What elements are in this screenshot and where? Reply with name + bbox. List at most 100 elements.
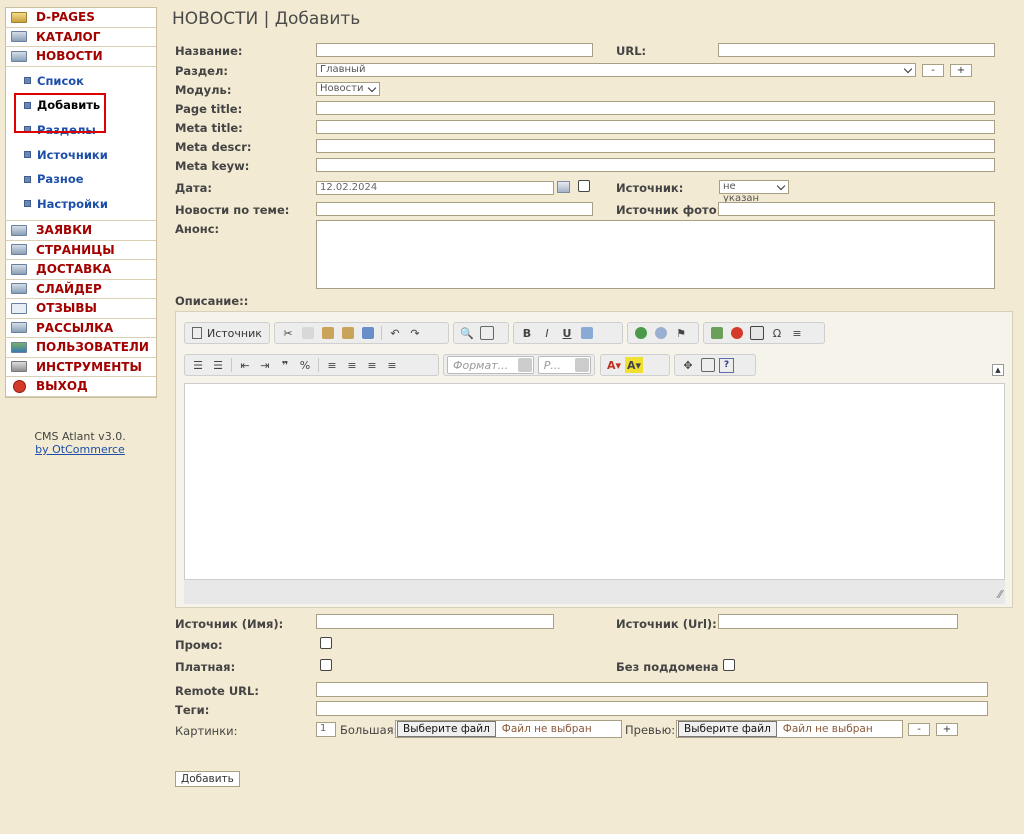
submenu-item[interactable]: Список [6,69,156,94]
preview-image-file-input[interactable]: Выберите файл Файл не выбран [676,720,903,738]
meta-descr-input[interactable] [316,139,995,153]
images-count-input[interactable]: 1 [316,722,336,737]
submenu-item[interactable]: Настройки [6,191,156,216]
meta-keyw-label: Meta keyw: [175,159,250,173]
menu-item-bottom_items3[interactable]: СЛАЙДЕР [6,280,156,300]
align-center-icon[interactable]: ≡ [343,357,361,373]
cms-by-link[interactable]: by OtCommerce [35,443,125,456]
format-combo[interactable]: Формат... [447,356,534,374]
link-icon[interactable] [632,325,650,341]
menu-item-label: КАТАЛОГ [36,29,101,44]
special-char-icon[interactable]: Ω [768,325,786,341]
big-image-choose-button[interactable]: Выберите файл [397,721,496,737]
copy-icon[interactable] [299,325,317,341]
menu-item-bottom_items7[interactable]: ИНСТРУМЕНТЫ [6,358,156,378]
menu-item-bottom_items1[interactable]: СТРАНИЦЫ [6,241,156,261]
align-left-icon[interactable]: ≡ [323,357,341,373]
paste-icon[interactable] [319,325,337,341]
menu-item-top_items1[interactable]: КАТАЛОГ [6,28,156,47]
tags-input[interactable] [316,701,988,716]
eraser-icon[interactable] [578,325,596,341]
calendar-icon[interactable] [557,181,570,193]
submenu-item[interactable]: Источники [6,142,156,167]
resize-handle-icon[interactable]: ⁄⁄ [998,588,1002,601]
outdent-icon[interactable]: ⇤ [236,357,254,373]
numbered-list-icon[interactable]: ☰ [189,357,207,373]
submit-add-button[interactable]: Добавить [175,771,240,787]
menu-item-bottom_items6[interactable]: ПОЛЬЗОВАТЕЛИ [6,338,156,358]
meta-keyw-input[interactable] [316,158,995,172]
undo-icon[interactable]: ↶ [386,325,404,341]
images-minus-button[interactable]: - [908,723,930,736]
remote-url-input[interactable] [316,682,988,697]
maximize-icon[interactable]: ✥ [679,357,697,373]
anchor-icon[interactable]: ⚑ [672,325,690,341]
div-icon[interactable]: % [296,357,314,373]
find-icon[interactable]: 🔍 [458,325,476,341]
paste-word-icon[interactable] [359,325,377,341]
underline-icon[interactable]: U [558,325,576,341]
source-select[interactable]: не указан [719,180,789,204]
date-input[interactable]: 12.02.2024 [316,181,554,195]
no-subdomain-checkbox[interactable] [723,659,735,671]
bulleted-list-icon[interactable]: ☰ [209,357,227,373]
menu-item-top_items0[interactable]: D-PAGES [6,8,156,28]
cut-icon[interactable]: ✂ [279,325,297,341]
indent-icon[interactable]: ⇥ [256,357,274,373]
bullet-icon [24,175,31,183]
page-break-icon[interactable]: ≡ [788,325,806,341]
menu-item-bottom_items2[interactable]: ДОСТАВКА [6,260,156,280]
source-button-label: Источник [207,326,262,340]
text-color-icon[interactable]: A▾ [605,357,623,373]
section-select[interactable]: Главный [316,63,916,77]
paste-text-icon[interactable] [339,325,357,341]
show-blocks-icon[interactable] [699,357,717,373]
collapse-toolbar-icon[interactable]: ▲ [992,364,1004,376]
submenu-item-label: Настройки [37,196,108,211]
paid-checkbox[interactable] [320,659,332,671]
table-icon[interactable] [748,325,766,341]
flash-icon[interactable] [728,325,746,341]
name-input[interactable] [316,43,593,57]
image-icon[interactable] [708,325,726,341]
url-input[interactable] [718,43,995,57]
promo-checkbox[interactable] [320,637,332,649]
big-image-file-input[interactable]: Выберите файл Файл не выбран [395,720,622,738]
align-justify-icon[interactable]: ≡ [383,357,401,373]
select-all-icon[interactable] [478,325,496,341]
source-name-input[interactable] [316,614,554,629]
menu-item-bottom_items0[interactable]: ЗАЯВКИ [6,221,156,241]
meta-title-input[interactable] [316,120,995,134]
menu-item-top_items2[interactable]: НОВОСТИ [6,47,156,67]
source-url-input[interactable] [718,614,958,629]
module-select[interactable]: Новости [316,82,380,96]
toolbar-tools-group: ✥ ? [674,354,756,376]
preview-image-choose-button[interactable]: Выберите файл [678,721,777,737]
size-combo[interactable]: Р... [537,356,591,374]
tags-label: Теги: [175,703,210,717]
redo-icon[interactable]: ↷ [406,325,424,341]
unlink-icon[interactable] [652,325,670,341]
section-plus-button[interactable]: + [950,64,972,77]
preview-image-label: Превью: [625,723,676,737]
page-title-input[interactable] [316,101,995,115]
announce-textarea[interactable] [316,220,995,289]
bold-icon[interactable]: B [518,325,536,341]
blockquote-icon[interactable]: ❞ [276,357,294,373]
source-photo-input[interactable] [718,202,995,216]
section-minus-button[interactable]: - [922,64,944,77]
bg-color-icon[interactable]: A▾ [625,357,643,373]
menu-item-bottom_items8[interactable]: ВЫХОД [6,377,156,397]
editor-content-area[interactable] [184,383,1005,580]
submenu-item[interactable]: Разное [6,167,156,192]
italic-icon[interactable]: I [538,325,556,341]
sidebar: D-PAGES КАТАЛОГ НОВОСТИ Список Добавить Разд… [5,7,157,398]
menu-item-bottom_items4[interactable]: ОТЗЫВЫ [6,299,156,319]
related-input[interactable] [316,202,593,216]
source-button[interactable]: Источник [188,327,266,340]
menu-item-bottom_items5[interactable]: РАССЫЛКА [6,319,156,339]
help-icon[interactable]: ? [719,357,734,373]
images-plus-button[interactable]: + [936,723,958,736]
align-right-icon[interactable]: ≡ [363,357,381,373]
date-checkbox[interactable] [578,180,590,192]
